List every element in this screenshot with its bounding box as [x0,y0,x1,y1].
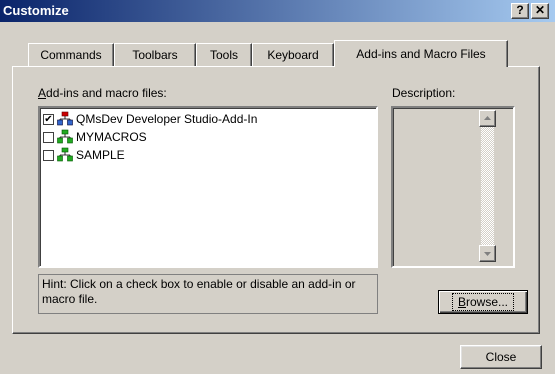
hint-text: Hint: Click on a check box to enable or … [38,274,378,314]
browse-button[interactable]: Browse... [438,290,528,314]
tab-commands[interactable]: Commands [28,43,114,67]
tab-addins-macro-files[interactable]: Add-ins and Macro Files [334,40,508,67]
window-title: Customize [3,3,69,18]
macro-label: MYMACROS [76,130,147,144]
description-scrollbar[interactable] [479,108,513,266]
tab-toolbars[interactable]: Toolbars [114,43,196,67]
macro-icon [57,129,73,144]
addins-listbox[interactable]: ✔ QMsDev Developer Studio-Add-In MYMACRO… [38,106,378,268]
macro-label: SAMPLE [76,148,125,162]
macro-icon [57,147,73,162]
close-window-button[interactable]: ✕ [531,3,549,19]
arrow-down-icon [484,252,491,256]
close-button[interactable]: Close [460,345,542,369]
help-button[interactable]: ? [511,3,529,19]
checkbox-unchecked[interactable] [43,150,54,161]
description-label: Description: [392,86,456,100]
scroll-track[interactable] [481,127,494,245]
addins-list-label: Add-ins and macro files: [38,86,167,100]
description-box [391,106,515,268]
checkbox-unchecked[interactable] [43,132,54,143]
scroll-up-button[interactable] [479,110,496,127]
title-bar: Customize ? ✕ [0,0,555,22]
scroll-down-button[interactable] [479,245,496,262]
addin-label: QMsDev Developer Studio-Add-In [76,112,258,126]
arrow-up-icon [484,116,491,120]
checkbox-checked[interactable]: ✔ [43,114,54,125]
tab-tools[interactable]: Tools [196,43,252,67]
addin-icon [57,111,73,126]
customize-dialog: Customize ? ✕ Commands Toolbars Tools Ke… [0,0,555,374]
tab-keyboard[interactable]: Keyboard [252,43,334,67]
